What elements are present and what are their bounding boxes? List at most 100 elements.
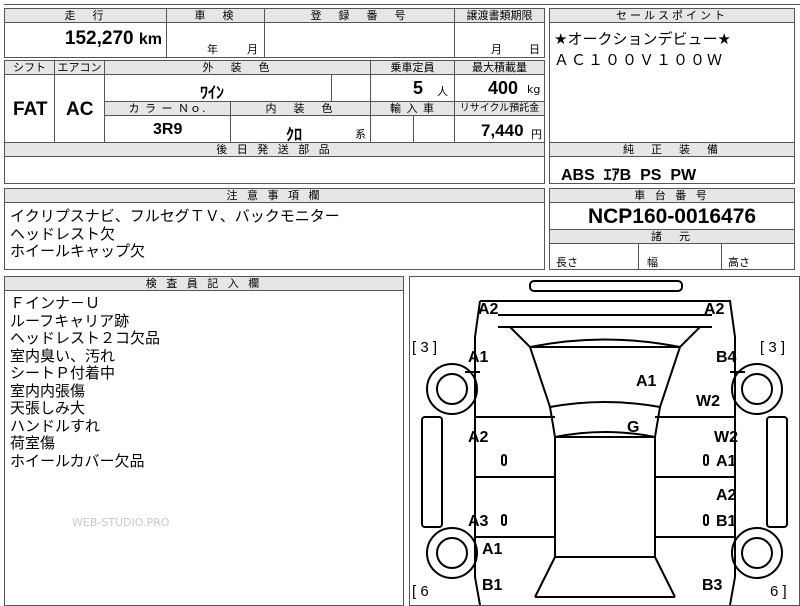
caution-lines: イクリプスナビ、フルセグＴＶ、バックモニター ヘッドレスト欠 ホイールキャップ欠 bbox=[10, 207, 340, 261]
sales-point-line2: ＡＣ１００Ｖ１００Ｗ bbox=[554, 51, 725, 69]
transfer-month: 月 bbox=[491, 43, 502, 56]
caution-line: ヘッドレスト欠 bbox=[10, 224, 116, 243]
inspector-line: ルーフキャリア跡 bbox=[10, 311, 130, 330]
caution-line: ホイールキャップ欠 bbox=[10, 242, 146, 260]
chassis-header: 車 台 番 号 bbox=[550, 189, 794, 203]
max-load-value: 400 bbox=[488, 78, 519, 98]
chassis-value: NCP160-0016476 bbox=[587, 205, 757, 228]
damage-mark: W2 bbox=[696, 393, 720, 410]
aircon-value: AC bbox=[66, 99, 94, 120]
mileage-value-wrap: 152,270 km bbox=[65, 28, 162, 50]
mileage-cell: 走 行 152,270 km bbox=[4, 8, 167, 58]
max-load-cell: 最大積載量 400 kg bbox=[454, 60, 545, 102]
aircon-header: エアコン bbox=[55, 61, 104, 75]
later-parts-header: 後 日 発 送 部 品 bbox=[5, 143, 544, 157]
exterior-divider bbox=[331, 74, 332, 101]
dimensions-height: 高さ bbox=[728, 256, 750, 269]
damage-mark: B3 bbox=[702, 577, 723, 594]
inspector-line: 室内内張傷 bbox=[10, 381, 86, 400]
inspector-line: 荷室傷 bbox=[10, 434, 56, 452]
color-no-value: 3R9 bbox=[153, 121, 183, 138]
import-cell: 輸 入 車 bbox=[370, 101, 455, 143]
car-diagram-panel: [ 3 ] [ 3 ] [ 6 6 ] A2 A2 A1 B4 A1 W2 A2… bbox=[409, 276, 800, 606]
inspector-line: ヘッドレスト２コ欠品 bbox=[10, 329, 161, 347]
damage-mark: A2 bbox=[478, 301, 499, 318]
damage-mark: G bbox=[627, 419, 640, 436]
genuine-cell: 純 正 装 備 ABS ｴｱB PS PW bbox=[549, 142, 795, 184]
inspection-cell: 車 検 年 月 bbox=[166, 8, 265, 58]
dimensions-cell: 諸 元 長さ 幅 高さ bbox=[549, 229, 795, 270]
damage-mark: A2 bbox=[716, 487, 737, 504]
damage-mark: A1 bbox=[482, 541, 503, 558]
recycle-value: 7,440 bbox=[481, 121, 524, 140]
dimensions-length-box: 長さ bbox=[550, 243, 639, 269]
interior-color-cell: 内 装 色 ｸﾛ 系 bbox=[230, 101, 371, 144]
sales-point-header: セールスポイント bbox=[550, 9, 794, 23]
dimensions-length: 長さ bbox=[556, 256, 578, 269]
exterior-color-header: 外 装 色 bbox=[105, 61, 370, 75]
caution-line: イクリプスナビ、フルセグＴＶ、バックモニター bbox=[10, 207, 340, 225]
mileage-unit: km bbox=[138, 31, 162, 48]
recycle-cell: リサイクル預託金 7,440 円 bbox=[454, 101, 545, 143]
recycle-unit: 円 bbox=[531, 128, 542, 141]
damage-mark: B4 bbox=[716, 349, 737, 366]
dimensions-width-box: 幅 bbox=[639, 243, 722, 269]
damage-mark: A1 bbox=[468, 349, 489, 366]
damage-mark: W2 bbox=[714, 429, 738, 446]
capacity-unit: 人 bbox=[437, 85, 448, 98]
inspector-line: シートＰ付着中 bbox=[10, 364, 116, 382]
inspector-line: 室内臭い、汚れ bbox=[10, 346, 116, 365]
recycle-header: リサイクル預託金 bbox=[455, 102, 544, 116]
sales-point-line1: ★オークションデビュー★ bbox=[554, 30, 731, 48]
shift-cell: シフト FAT bbox=[4, 60, 55, 143]
mileage-value: 152,270 bbox=[64, 28, 134, 49]
bracket-3-left: [ 3 ] bbox=[412, 339, 438, 356]
capacity-value: 5 bbox=[413, 78, 424, 98]
bracket-6-left: [ 6 bbox=[412, 583, 429, 600]
bracket-6-right: 6 ] bbox=[770, 583, 787, 600]
inspector-header: 検 査 員 記 入 欄 bbox=[5, 277, 403, 291]
color-no-cell: カ ラ ー Ｎｏ. 3R9 bbox=[104, 101, 231, 143]
top-strip bbox=[4, 0, 800, 5]
aircon-cell: エアコン AC bbox=[54, 60, 105, 143]
interior-color-header: 内 装 色 bbox=[231, 102, 370, 116]
damage-mark: A2 bbox=[468, 429, 489, 446]
bracket-3-right: [ 3 ] bbox=[760, 339, 786, 356]
registration-cell: 登 録 番 号 bbox=[264, 8, 455, 58]
dimensions-header: 諸 元 bbox=[550, 230, 794, 244]
caution-cell: 注 意 事 項 欄 イクリプスナビ、フルセグＴＶ、バックモニター ヘッドレスト欠… bbox=[4, 188, 545, 270]
inspector-lines: Ｆインナ－Ｕ ルーフキャリア跡 ヘッドレスト２コ欠品 室内臭い、汚れ シートＰ付… bbox=[10, 294, 161, 470]
exterior-color-value: ﾜｲﾝ bbox=[200, 85, 225, 102]
sales-point-cell: セールスポイント ★オークションデビュー★ ＡＣ１００Ｖ１００Ｗ bbox=[549, 8, 795, 143]
watermark: WEB-STUDIO.PRO bbox=[72, 516, 170, 529]
color-no-header: カ ラ ー Ｎｏ. bbox=[105, 102, 230, 116]
damage-mark: B1 bbox=[716, 513, 737, 530]
transfer-header: 譲渡書類期限 bbox=[455, 9, 544, 23]
inspection-year: 年 bbox=[207, 43, 218, 56]
chassis-cell: 車 台 番 号 NCP160-0016476 bbox=[549, 188, 795, 230]
exterior-color-cell: 外 装 色 ﾜｲﾝ bbox=[104, 60, 371, 102]
shift-value: FAT bbox=[13, 99, 48, 120]
damage-mark: A1 bbox=[636, 373, 657, 390]
capacity-header: 乗車定員 bbox=[371, 61, 454, 75]
inspector-line: ハンドルすれ bbox=[10, 416, 101, 435]
inspection-month: 月 bbox=[247, 43, 258, 56]
damage-mark: A1 bbox=[716, 453, 737, 470]
inspector-line: ホイールカバー欠品 bbox=[10, 451, 145, 470]
damage-mark: B1 bbox=[482, 577, 503, 594]
damage-mark: A3 bbox=[468, 513, 489, 530]
later-parts-cell: 後 日 発 送 部 品 bbox=[4, 142, 545, 184]
capacity-cell: 乗車定員 5 人 bbox=[370, 60, 455, 102]
registration-header: 登 録 番 号 bbox=[265, 9, 454, 23]
genuine-header: 純 正 装 備 bbox=[550, 143, 794, 157]
transfer-cell: 譲渡書類期限 月 日 bbox=[454, 8, 545, 58]
genuine-value: ABS ｴｱB PS PW bbox=[561, 167, 697, 184]
import-header: 輸 入 車 bbox=[371, 102, 454, 116]
max-load-unit: kg bbox=[527, 83, 541, 96]
inspector-line: 天張しみ大 bbox=[10, 399, 86, 417]
dimensions-width: 幅 bbox=[647, 256, 658, 269]
max-load-header: 最大積載量 bbox=[455, 61, 544, 75]
interior-color-suffix: 系 bbox=[355, 128, 366, 141]
inspection-header: 車 検 bbox=[167, 9, 264, 23]
caution-header: 注 意 事 項 欄 bbox=[5, 189, 544, 203]
